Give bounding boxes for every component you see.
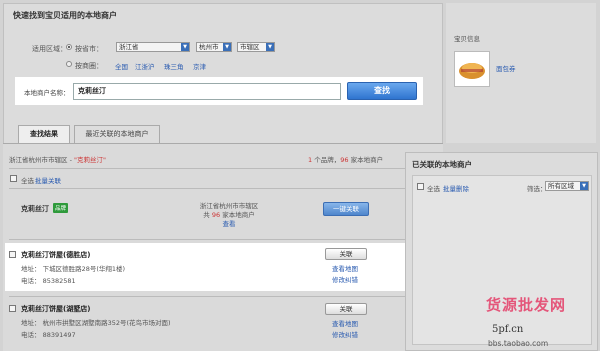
watermark-site: 5pf.cn <box>492 324 524 335</box>
region-filter-value: 所有区域 <box>548 182 574 190</box>
watermark-url: bbs.taobao.com <box>488 339 549 348</box>
batch-link[interactable]: 批量关联 <box>35 175 61 185</box>
brand-total-prefix: 共 <box>203 211 212 219</box>
search-results: 浙江省杭州市市辖区 - "克莉丝汀" 1 个品牌，96 家本地商户 全选 批量关… <box>3 144 443 351</box>
province-value: 浙江省 <box>119 43 139 51</box>
store-phone: 电话： 88391497 <box>21 331 76 339</box>
associate-button[interactable]: 关联 <box>325 248 367 260</box>
linked-title: 已关联的本地商户 <box>412 160 472 169</box>
associate-button[interactable]: 关联 <box>325 303 367 315</box>
district-select[interactable]: 市辖区 ▼ <box>237 42 275 52</box>
linked-select-all-checkbox[interactable] <box>417 183 424 190</box>
batch-delete-link[interactable]: 批量删除 <box>443 183 469 193</box>
store-count: 96 <box>340 156 349 164</box>
region-label: 适用区域： <box>32 45 67 53</box>
linked-merchants-panel: 已关联的本地商户 全选 批量删除 筛选： 所有区域 ▼ <box>405 152 598 351</box>
store-address: 地址： 杭州市拱墅区湖墅南路352号(花鸟市场对面) <box>21 319 171 327</box>
result-count: 1 个品牌，96 家本地商户 <box>308 154 383 164</box>
filter-label: 筛选： <box>527 185 547 193</box>
chevron-down-icon: ▼ <box>580 182 588 190</box>
bread-icon <box>459 63 485 79</box>
result-summary-path: 浙江省杭州市市辖区 - "克莉丝汀" <box>9 154 106 164</box>
brand-total: 共 96 家本地商户 <box>189 211 269 220</box>
report-error-link[interactable]: 修改纠错 <box>332 274 358 284</box>
search-input[interactable]: 克莉丝汀 <box>73 83 341 100</box>
page-title: 快速找到宝贝适用的本地商户 <box>13 11 117 20</box>
list-item: 克莉丝汀饼屋(德胜店) 地址： 下城区德胜路28号(华翔1楼) 电话： 8538… <box>5 243 410 291</box>
store-address: 地址： 下城区德胜路28号(华翔1楼) <box>21 265 126 273</box>
baby-item-label[interactable]: 面包券 <box>496 63 516 73</box>
circle-link-jj[interactable]: 京津 <box>193 61 206 71</box>
brand-count-suffix: 个品牌， <box>312 156 341 164</box>
baby-info-panel: 宝贝信息 面包券 <box>446 3 596 143</box>
view-map-link[interactable]: 查看地图 <box>332 318 358 328</box>
search-button[interactable]: 查找 <box>347 82 417 100</box>
circle-link-zsj[interactable]: 珠三角 <box>164 61 184 71</box>
brand-total-suffix: 家本地商户 <box>220 211 255 219</box>
city-value: 杭州市 <box>199 43 219 51</box>
province-select[interactable]: 浙江省 ▼ <box>116 42 190 52</box>
region-filter-select[interactable]: 所有区域 ▼ <box>545 181 589 191</box>
brand-badge: 品牌 <box>53 203 69 213</box>
radio-by-circle-label: 按商圈： <box>75 62 103 70</box>
circle-link-jzh[interactable]: 江浙沪 <box>135 61 155 71</box>
linked-list: 全选 批量删除 筛选： 所有区域 ▼ <box>412 175 592 345</box>
store-name: 克莉丝汀饼屋(德胜店) <box>21 251 91 259</box>
divider <box>9 296 439 297</box>
brand-total-value: 96 <box>211 211 221 219</box>
select-all-label: 全选 <box>21 177 34 185</box>
brand-view-link[interactable]: 查看 <box>189 220 269 229</box>
store-phone: 电话： 85382581 <box>21 277 76 285</box>
search-label: 本地商户名称： <box>24 89 70 97</box>
brand-region-name: 浙江省杭州市市辖区 <box>199 202 259 210</box>
circle-link-all[interactable]: 全国 <box>115 61 128 71</box>
view-map-link[interactable]: 查看地图 <box>332 263 358 273</box>
radio-by-circle[interactable] <box>66 61 72 67</box>
divider <box>9 239 439 240</box>
store-checkbox[interactable] <box>9 251 16 258</box>
city-select[interactable]: 杭州市 ▼ <box>196 42 232 52</box>
district-value: 市辖区 <box>240 43 260 51</box>
store-checkbox[interactable] <box>9 305 16 312</box>
one-click-link-button[interactable]: 一键关联 <box>323 202 369 216</box>
divider <box>9 188 439 189</box>
watermark-logo: 货源批发网 <box>486 296 567 314</box>
baby-info-title: 宝贝信息 <box>454 35 480 43</box>
select-all-checkbox[interactable] <box>10 175 17 182</box>
tab-search-results[interactable]: 查找结果 <box>18 125 70 143</box>
chevron-down-icon: ▼ <box>266 43 274 51</box>
radio-by-city[interactable] <box>66 44 72 50</box>
divider <box>9 168 439 169</box>
search-bar: 本地商户名称： 克莉丝汀 查找 <box>15 77 423 105</box>
result-keyword: "克莉丝汀" <box>73 156 106 164</box>
result-path-prefix: 浙江省杭州市市辖区 - <box>9 156 74 164</box>
brand-region: 浙江省杭州市市辖区 共 96 家本地商户 查看 <box>189 202 269 229</box>
product-thumbnail[interactable] <box>454 51 490 87</box>
report-error-link[interactable]: 修改纠错 <box>332 329 358 339</box>
radio-by-city-label: 按省市： <box>75 45 103 53</box>
chevron-down-icon: ▼ <box>223 43 231 51</box>
chevron-down-icon: ▼ <box>181 43 189 51</box>
tab-recent-linked[interactable]: 最近关联的本地商户 <box>74 125 160 143</box>
store-name: 克莉丝汀饼屋(湖墅店) <box>21 305 91 313</box>
linked-select-all-label: 全选 <box>427 185 440 193</box>
store-count-suffix: 家本地商户 <box>348 156 384 164</box>
brand-name: 克莉丝汀 <box>21 205 49 213</box>
